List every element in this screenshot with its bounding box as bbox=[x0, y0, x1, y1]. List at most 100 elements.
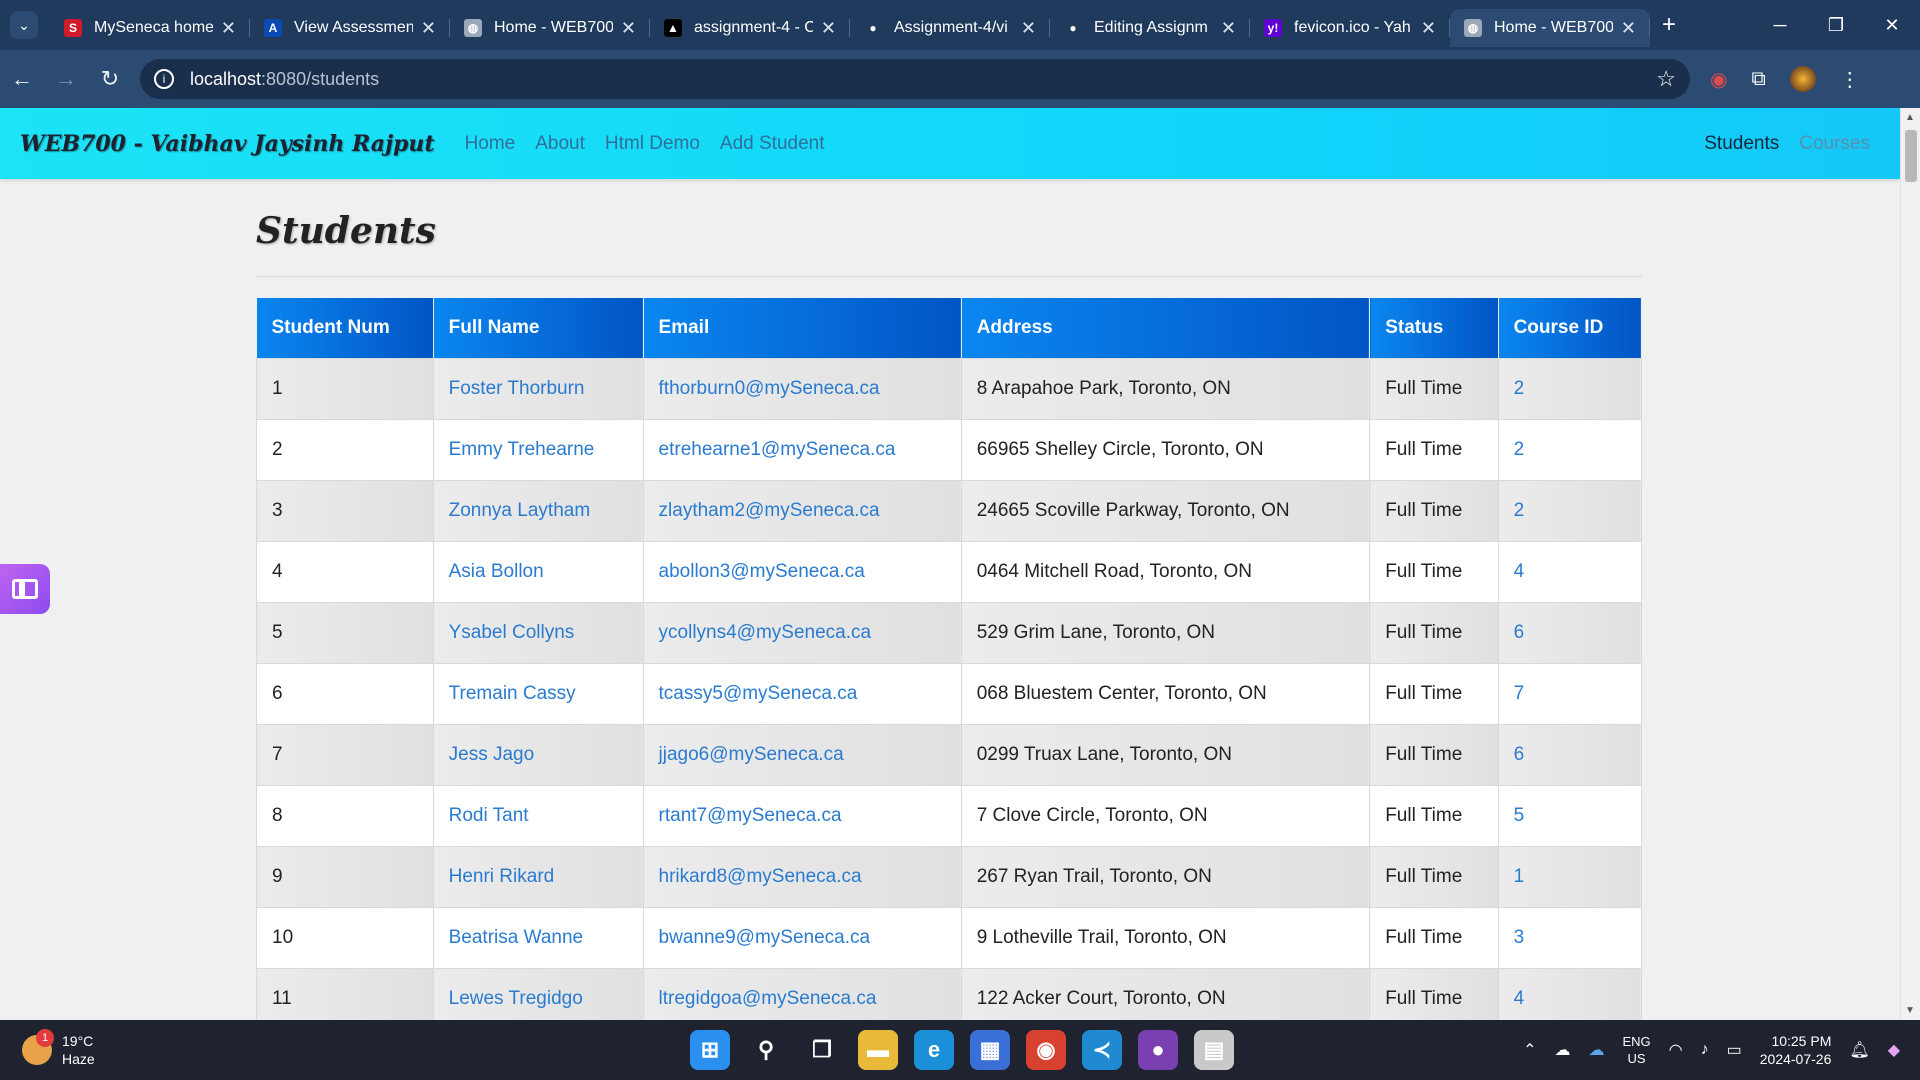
forward-icon[interactable]: → bbox=[44, 57, 88, 101]
restore-icon[interactable]: ❐ bbox=[1808, 0, 1864, 50]
email-link[interactable]: ycollyns4@mySeneca.ca bbox=[642, 601, 962, 664]
weather-widget[interactable]: 1 19°C Haze bbox=[22, 1029, 95, 1068]
edge-icon[interactable]: e bbox=[914, 1030, 954, 1070]
course-id-link[interactable]: 4 bbox=[1497, 540, 1643, 603]
full-name-link[interactable]: Lewes Tregidgo bbox=[432, 967, 644, 1020]
nav-html-demo[interactable]: Html Demo bbox=[605, 133, 700, 155]
address-bar[interactable]: i localhost:8080/students ☆ bbox=[140, 59, 1690, 99]
wifi-icon[interactable]: ◠ bbox=[1669, 1040, 1683, 1060]
full-name-link[interactable]: Henri Rikard bbox=[432, 845, 644, 908]
full-name-link[interactable]: Beatrisa Wanne bbox=[432, 906, 644, 969]
browser-tab[interactable]: ▲ assignment-4 - C ✕ bbox=[650, 9, 850, 47]
full-name-link[interactable]: Ysabel Collyns bbox=[432, 601, 644, 664]
browser-tab[interactable]: ● Assignment-4/vi ✕ bbox=[850, 9, 1050, 47]
email-link[interactable]: bwanne9@mySeneca.ca bbox=[642, 906, 962, 969]
nav-courses[interactable]: Courses bbox=[1799, 133, 1870, 155]
search-icon[interactable]: ⚲ bbox=[746, 1030, 786, 1070]
battery-icon[interactable]: ▭ bbox=[1727, 1040, 1742, 1060]
full-name-link[interactable]: Jess Jago bbox=[432, 723, 644, 786]
course-id-link[interactable]: 5 bbox=[1497, 784, 1643, 847]
close-window-icon[interactable]: ✕ bbox=[1864, 0, 1920, 50]
chrome-icon[interactable]: ◉ bbox=[1026, 1030, 1066, 1070]
full-name-link[interactable]: Tremain Cassy bbox=[432, 662, 644, 725]
vscode-icon[interactable]: ≺ bbox=[1082, 1030, 1122, 1070]
tab-close-icon[interactable]: ✕ bbox=[221, 18, 236, 39]
site-info-icon[interactable]: i bbox=[154, 69, 174, 89]
copilot-icon[interactable]: ◆ bbox=[1888, 1040, 1900, 1060]
full-name-link[interactable]: Emmy Trehearne bbox=[432, 418, 644, 481]
scroll-down-icon[interactable]: ▼ bbox=[1905, 1005, 1915, 1016]
volume-icon[interactable]: ♪ bbox=[1701, 1041, 1709, 1059]
full-name-link[interactable]: Zonnya Laytham bbox=[432, 479, 644, 542]
site-brand[interactable]: WEB700 - Vaibhav Jaysinh Rajput bbox=[20, 131, 435, 157]
notification-bell-icon[interactable]: 🔔︎ bbox=[1849, 1040, 1869, 1060]
extensions-puzzle-icon[interactable]: ⧉ bbox=[1751, 68, 1765, 91]
page-scrollbar[interactable]: ▲ ▼ bbox=[1900, 108, 1920, 1020]
extension-record-icon[interactable]: ◉ bbox=[1710, 67, 1727, 92]
browser-tab[interactable]: ● Editing Assignm ✕ bbox=[1050, 9, 1250, 47]
side-panel-toggle-icon[interactable] bbox=[0, 564, 50, 614]
browser-tab[interactable]: A View Assessment ✕ bbox=[250, 9, 450, 47]
email-link[interactable]: tcassy5@mySeneca.ca bbox=[642, 662, 962, 725]
full-name-link[interactable]: Rodi Tant bbox=[432, 784, 644, 847]
course-id-link[interactable]: 4 bbox=[1497, 967, 1643, 1020]
taskbar-apps: ⊞ ⚲ ❐ ▬ e ▦ ◉ ≺ ● ▤ bbox=[690, 1030, 1234, 1070]
start-icon[interactable]: ⊞ bbox=[690, 1030, 730, 1070]
new-tab-icon[interactable]: + bbox=[1662, 11, 1676, 39]
email-link[interactable]: fthorburn0@mySeneca.ca bbox=[642, 357, 962, 420]
email-link[interactable]: abollon3@mySeneca.ca bbox=[642, 540, 962, 603]
student-num-cell: 5 bbox=[256, 601, 434, 664]
nav-add-student[interactable]: Add Student bbox=[720, 133, 825, 155]
email-link[interactable]: ltregidgoa@mySeneca.ca bbox=[642, 967, 962, 1020]
tab-close-icon[interactable]: ✕ bbox=[1221, 18, 1236, 39]
browser-menu-icon[interactable]: ⋮ bbox=[1840, 67, 1860, 92]
bookmark-star-icon[interactable]: ☆ bbox=[1656, 66, 1676, 92]
course-id-link[interactable]: 2 bbox=[1497, 479, 1643, 542]
taskview-icon[interactable]: ❐ bbox=[802, 1030, 842, 1070]
course-id-link[interactable]: 6 bbox=[1497, 601, 1643, 664]
course-id-link[interactable]: 1 bbox=[1497, 845, 1643, 908]
profile-avatar[interactable] bbox=[1789, 66, 1816, 92]
tab-close-icon[interactable]: ✕ bbox=[421, 18, 436, 39]
tab-close-icon[interactable]: ✕ bbox=[1421, 18, 1436, 39]
app-icon[interactable]: ▤ bbox=[1194, 1030, 1234, 1070]
email-link[interactable]: zlaytham2@mySeneca.ca bbox=[642, 479, 962, 542]
store-icon[interactable]: ▦ bbox=[970, 1030, 1010, 1070]
email-link[interactable]: jjago6@mySeneca.ca bbox=[642, 723, 962, 786]
onedrive-sync-icon[interactable]: ☁ bbox=[1588, 1040, 1604, 1060]
scrollbar-thumb[interactable] bbox=[1905, 130, 1917, 182]
course-id-link[interactable]: 2 bbox=[1497, 418, 1643, 481]
tab-close-icon[interactable]: ✕ bbox=[821, 18, 836, 39]
chevron-up-icon[interactable]: ⌃ bbox=[1523, 1040, 1536, 1060]
email-link[interactable]: hrikard8@mySeneca.ca bbox=[642, 845, 962, 908]
nav-about[interactable]: About bbox=[535, 133, 585, 155]
onedrive-icon[interactable]: ☁ bbox=[1554, 1040, 1570, 1060]
back-icon[interactable]: ← bbox=[0, 57, 44, 101]
browser-tab[interactable]: y! fevicon.ico - Yah ✕ bbox=[1250, 9, 1450, 47]
minimize-icon[interactable]: ─ bbox=[1752, 0, 1808, 50]
email-link[interactable]: rtant7@mySeneca.ca bbox=[642, 784, 962, 847]
full-name-link[interactable]: Asia Bollon bbox=[432, 540, 644, 603]
reload-icon[interactable]: ↻ bbox=[88, 57, 132, 101]
browser-tab[interactable]: ◍ Home - WEB700 ✕ bbox=[1450, 9, 1650, 47]
course-id-link[interactable]: 3 bbox=[1497, 906, 1643, 969]
language-indicator[interactable]: ENG US bbox=[1622, 1033, 1650, 1067]
tab-close-icon[interactable]: ✕ bbox=[621, 18, 636, 39]
course-id-link[interactable]: 7 bbox=[1497, 662, 1643, 725]
full-name-link[interactable]: Foster Thorburn bbox=[432, 357, 644, 420]
course-id-link[interactable]: 2 bbox=[1497, 357, 1643, 420]
browser-tab[interactable]: ◍ Home - WEB700 ✕ bbox=[450, 9, 650, 47]
tab-close-icon[interactable]: ✕ bbox=[1621, 18, 1636, 39]
course-id-link[interactable]: 6 bbox=[1497, 723, 1643, 786]
tab-close-icon[interactable]: ✕ bbox=[1021, 18, 1036, 39]
nav-students[interactable]: Students bbox=[1704, 133, 1779, 155]
scroll-up-icon[interactable]: ▲ bbox=[1905, 112, 1915, 123]
email-link[interactable]: etrehearne1@mySeneca.ca bbox=[642, 418, 962, 481]
github-desktop-icon[interactable]: ● bbox=[1138, 1030, 1178, 1070]
file-explorer-icon[interactable]: ▬ bbox=[858, 1030, 898, 1070]
column-header: Status bbox=[1369, 298, 1499, 358]
clock[interactable]: 10:25 PM 2024-07-26 bbox=[1760, 1032, 1832, 1068]
browser-tab[interactable]: S MySeneca home ✕ bbox=[50, 9, 250, 47]
tab-search-icon[interactable]: ⌄ bbox=[10, 11, 38, 39]
nav-home[interactable]: Home bbox=[465, 133, 516, 155]
